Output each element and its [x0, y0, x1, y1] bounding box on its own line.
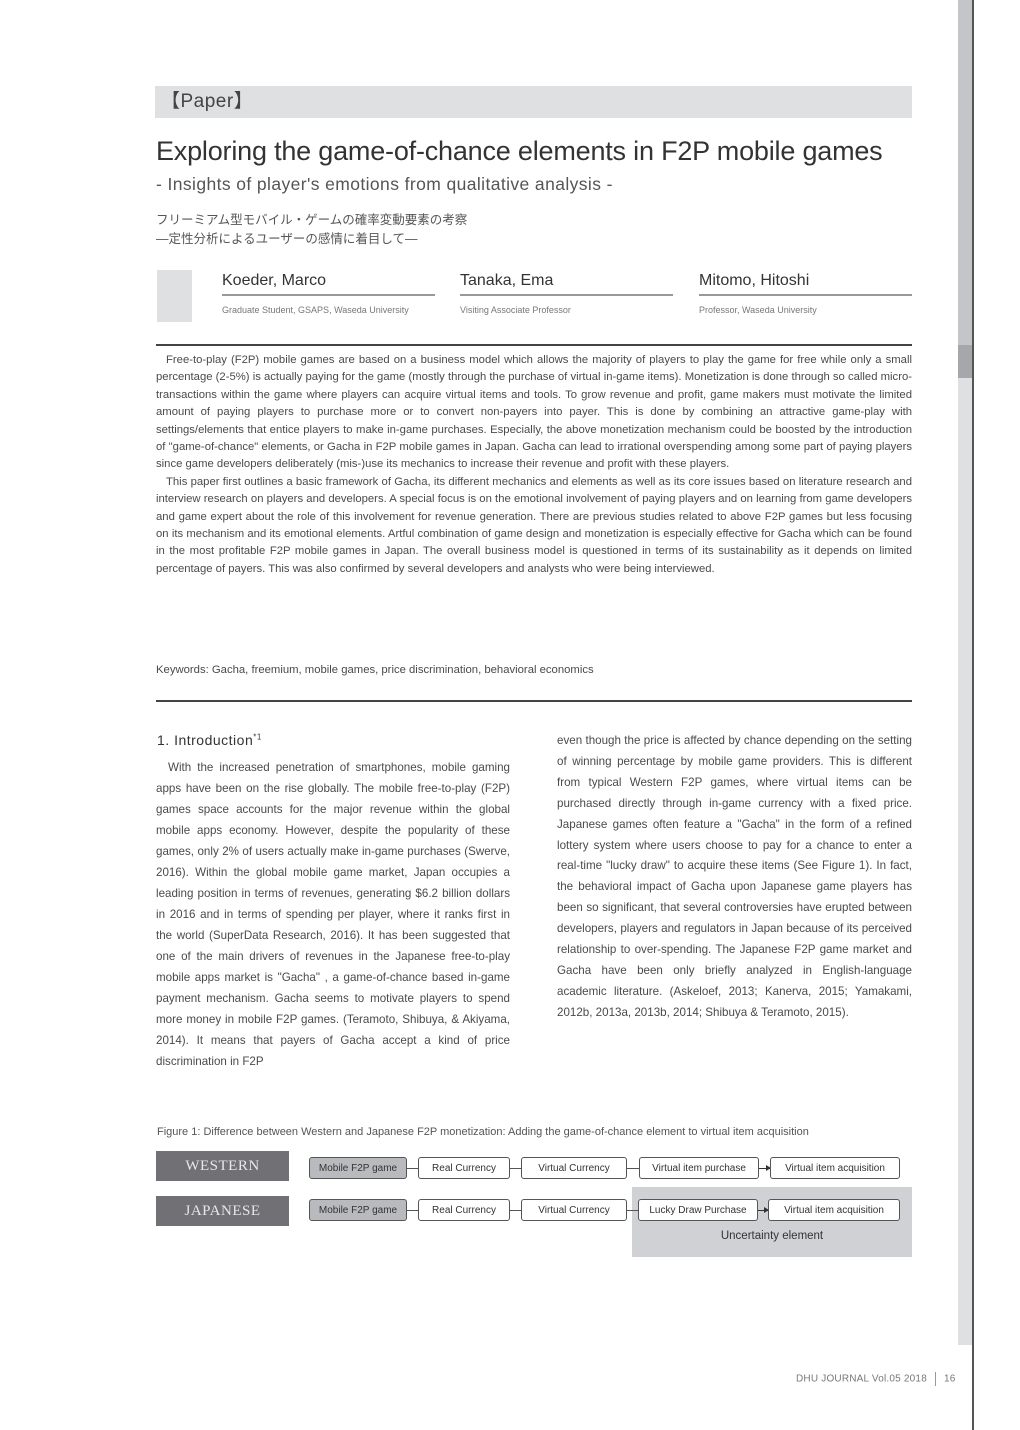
page-edge-marker [958, 345, 972, 378]
author-block: Tanaka, Ema Visiting Associate Professor [460, 270, 673, 315]
author-name: Koeder, Marco [222, 270, 435, 296]
abstract: Free-to-play (F2P) mobile games are base… [156, 352, 912, 578]
author-name: Mitomo, Hitoshi [699, 270, 912, 296]
abstract-paragraph: Free-to-play (F2P) mobile games are base… [156, 354, 913, 471]
section-heading: 1. Introduction*1 [157, 732, 262, 748]
paper-subtitle: - Insights of player's emotions from qua… [156, 174, 613, 194]
flow-node: Lucky Draw Purchase [638, 1199, 758, 1221]
section-label: 【Paper】 [155, 86, 912, 118]
flow-node: Mobile F2P game [309, 1199, 407, 1221]
flow-node: Real Currency [418, 1199, 510, 1221]
author-affiliation: Visiting Associate Professor [460, 305, 571, 315]
flow-connector [627, 1210, 638, 1211]
paper-title: Exploring the game-of-chance elements in… [156, 136, 883, 166]
divider [156, 700, 912, 702]
keywords: Keywords: Gacha, freemium, mobile games,… [156, 664, 594, 676]
flow-connector [407, 1210, 418, 1211]
author-name: Tanaka, Ema [460, 270, 673, 296]
abstract-paragraph: This paper first outlines a basic framew… [156, 475, 912, 575]
author-block: Mitomo, Hitoshi Professor, Waseda Univer… [699, 270, 912, 315]
japanese-title: フリーミアム型モバイル・ゲームの確率変動要素の考察 [156, 213, 468, 227]
flow-node: Real Currency [418, 1157, 510, 1179]
page-number: 16 [943, 1373, 956, 1385]
arrow-right-icon [759, 1165, 771, 1171]
flow-node: Virtual item acquisition [770, 1157, 900, 1179]
flow-connector [627, 1168, 639, 1169]
body-text-left-column: With the increased penetration of smartp… [156, 761, 510, 1068]
row-label-western: WESTERN [156, 1151, 289, 1181]
page-edge-tab-lower [958, 378, 972, 1345]
author-block: Koeder, Marco Graduate Student, GSAPS, W… [222, 270, 435, 315]
flow-node: Virtual Currency [521, 1157, 627, 1179]
footer-separator [934, 1372, 936, 1386]
flow-node: Virtual item acquisition [768, 1199, 900, 1221]
divider [156, 344, 912, 346]
section-heading-text: 1. Introduction [157, 732, 254, 748]
journal-name: DHU JOURNAL Vol.05 2018 [796, 1373, 927, 1385]
author-affiliation: Professor, Waseda University [699, 305, 817, 315]
page-edge-line [972, 0, 974, 1430]
flow-connector [407, 1168, 418, 1169]
footnote-mark: *1 [253, 732, 262, 742]
author-affiliation: Graduate Student, GSAPS, Waseda Universi… [222, 305, 409, 315]
figure-caption: Figure 1: Difference between Western and… [157, 1126, 809, 1138]
row-label-japanese: JAPANESE [156, 1196, 289, 1226]
flow-connector [510, 1210, 521, 1211]
arrow-right-icon [758, 1207, 769, 1213]
japanese-subtitle: ―定性分析によるユーザーの感情に着目して― [156, 232, 418, 246]
uncertainty-highlight [632, 1187, 912, 1257]
page-footer: DHU JOURNAL Vol.05 2018 16 [796, 1372, 955, 1386]
flow-node: Virtual item purchase [639, 1157, 759, 1179]
flow-connector [510, 1168, 521, 1169]
uncertainty-label: Uncertainty element [720, 1230, 824, 1242]
body-text-right-column: even though the price is affected by cha… [557, 734, 912, 1019]
flow-node: Mobile F2P game [309, 1157, 407, 1179]
flow-node: Virtual Currency [521, 1199, 627, 1221]
author-photo-placeholder [157, 270, 192, 322]
